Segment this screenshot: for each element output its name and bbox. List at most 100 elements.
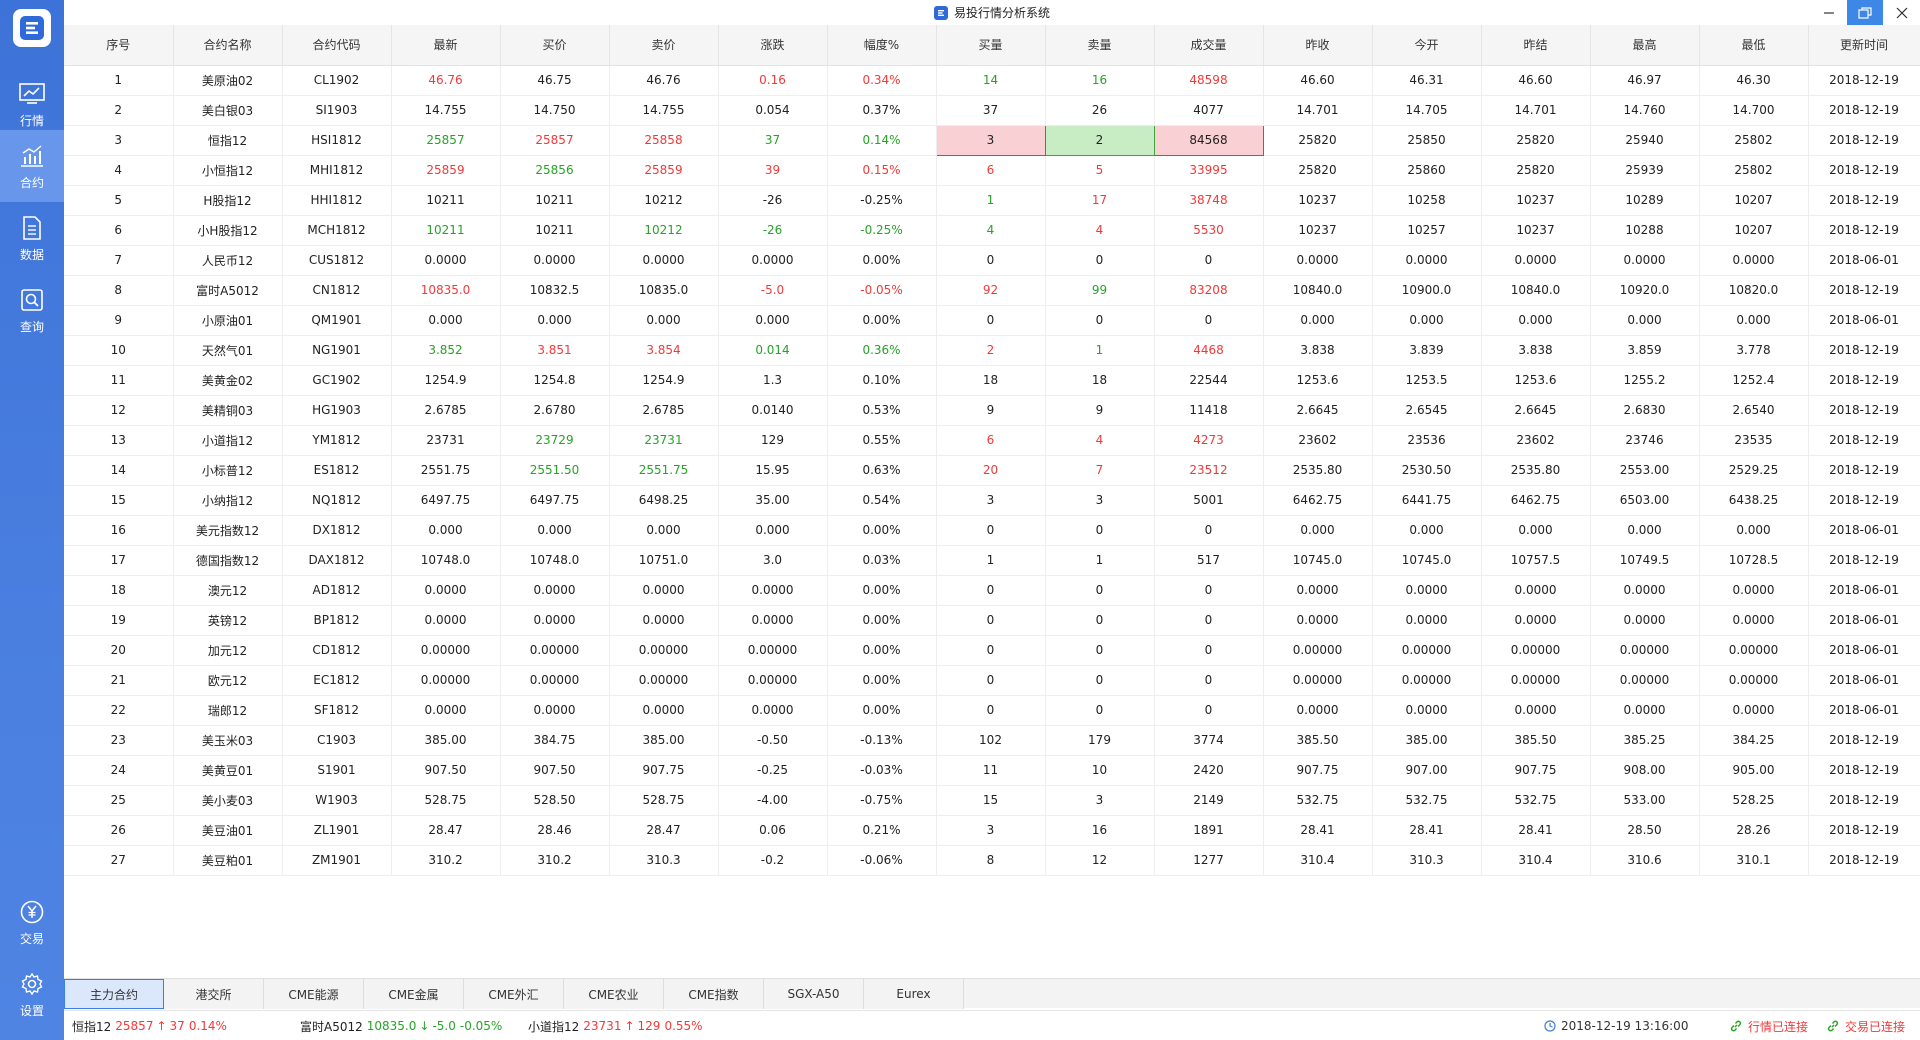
tab-5[interactable]: CME农业 (564, 979, 664, 1009)
column-header[interactable]: 最高 (1590, 25, 1700, 66)
table-cell: 小标普12 (173, 455, 283, 486)
tab-7[interactable]: SGX-A50 (764, 979, 864, 1009)
table-cell: 385.50 (1481, 725, 1591, 756)
ticker-item[interactable]: 小道指12 23731 ↑ 129 0.55% (528, 1011, 703, 1040)
table-cell: 0.0000 (609, 575, 719, 606)
ticker-item[interactable]: 富时A5012 10835.0 ↓ -5.0 -0.05% (300, 1011, 502, 1040)
sidebar: 行情 合约 数据 查询 交易 设置 (0, 0, 64, 1040)
table-cell: 0.00000 (609, 665, 719, 696)
table-row[interactable]: 13 小道指12 YM1812 23731 23729 23731 129 0.55% 6 4 42… (64, 425, 1920, 456)
table-cell: 10207 (1699, 215, 1809, 246)
table-cell: H股指12 (173, 185, 283, 216)
tab-8[interactable]: Eurex (864, 979, 964, 1009)
table-row[interactable]: 11 美黄金02 GC1902 1254.9 1254.8 1254.9 1.3 0.10% 1… (64, 365, 1920, 396)
server-time: 2018-12-19 13:16:00 (1561, 1019, 1689, 1033)
tab-3[interactable]: CME金属 (364, 979, 464, 1009)
table-row[interactable]: 6 小H股指12 MCH1812 10211 10211 10212 -26 -0.25% 4 4… (64, 215, 1920, 246)
table-cell: 21 (64, 665, 174, 696)
column-header[interactable]: 昨收 (1263, 25, 1373, 66)
tab-1[interactable]: 港交所 (164, 979, 264, 1009)
table-header: 序号 合约名称 合约代码 最新 买价 卖价 涨跌 幅度% 买量 卖量 成交量 昨收 今开 昨结 最高 最低 更新… (64, 25, 1920, 66)
table-row[interactable]: 4 小恒指12 MHI1812 25859 25856 25859 39 0.15% 6 5 339… (64, 155, 1920, 186)
column-header[interactable]: 更新时间 (1808, 25, 1920, 66)
sidebar-item-data[interactable]: 数据 (0, 202, 64, 274)
table-row[interactable]: 2 美白银03 SI1903 14.755 14.750 14.755 0.054 0.37%… (64, 95, 1920, 126)
column-header[interactable]: 卖价 (609, 25, 719, 66)
table-row[interactable]: 25 美小麦03 W1903 528.75 528.50 528.75 -4.00 -0.75… (64, 785, 1920, 816)
ticker-name: 富时A5012 (300, 1019, 363, 1034)
table-cell: 0.0000 (1372, 575, 1482, 606)
quote-connection-status[interactable]: 行情已连接 (1729, 1011, 1808, 1040)
column-header[interactable]: 成交量 (1154, 25, 1264, 66)
table-row[interactable]: 7 人民币12 CUS1812 0.0000 0.0000 0.0000 0.0000 0.0… (64, 245, 1920, 276)
tab-0[interactable]: 主力合约 (64, 979, 164, 1009)
table-cell: 10237 (1481, 185, 1591, 216)
table-row[interactable]: 17 德国指数12 DAX1812 10748.0 10748.0 10751.0 3.0 0… (64, 545, 1920, 576)
table-cell: 0.06 (718, 815, 828, 846)
table-cell: 2018-12-19 (1808, 545, 1920, 576)
sidebar-item-query[interactable]: 查询 (0, 274, 64, 346)
table-row[interactable]: 15 小纳指12 NQ1812 6497.75 6497.75 6498.25 35.00 0… (64, 485, 1920, 516)
table-row[interactable]: 14 小标普12 ES1812 2551.75 2551.50 2551.75 15.95 0… (64, 455, 1920, 486)
table-cell: 0.00000 (500, 665, 610, 696)
tab-2[interactable]: CME能源 (264, 979, 364, 1009)
tab-6[interactable]: CME指数 (664, 979, 764, 1009)
table-cell: 0.0000 (1590, 605, 1700, 636)
table-cell: 2018-12-19 (1808, 365, 1920, 396)
sidebar-item-label: 行情 (19, 113, 44, 128)
table-cell: 10237 (1263, 215, 1373, 246)
column-header[interactable]: 今开 (1372, 25, 1482, 66)
sidebar-item-settings[interactable]: 设置 (0, 958, 64, 1030)
table-row[interactable]: 8 富时A5012 CN1812 10835.0 10832.5 10835.0 -5.0-… (64, 275, 1920, 306)
table-row[interactable]: 18 澳元12 AD1812 0.0000 0.0000 0.0000 0.0000 0.00… (64, 575, 1920, 606)
table-row[interactable]: 16 美元指数12 DX1812 0.000 0.000 0.000 0.000 0.00% 0… (64, 515, 1920, 546)
table-cell: NG1901 (282, 335, 392, 366)
column-header[interactable]: 最新 (391, 25, 501, 66)
minimize-button[interactable] (1811, 0, 1847, 25)
tab-4[interactable]: CME外汇 (464, 979, 564, 1009)
table-row[interactable]: 23 美玉米03 C1903 385.00 384.75 385.00 -0.50 -0.13… (64, 725, 1920, 756)
column-header[interactable]: 序号 (64, 25, 174, 66)
sidebar-item-trade[interactable]: 交易 (0, 886, 64, 958)
table-row[interactable]: 5 H股指12 HHI1812 10211 10211 10212 -26 -0.25% 1 17… (64, 185, 1920, 216)
column-header[interactable]: 最低 (1699, 25, 1809, 66)
table-cell: 28.50 (1590, 815, 1700, 846)
column-header[interactable]: 买量 (936, 25, 1046, 66)
table-cell: 18 (1045, 365, 1155, 396)
table-row[interactable]: 3 恒指12 HSI1812 25857 25857 25858 37 0.14% 3 2 8456… (64, 124, 1920, 156)
table-cell: 13 (64, 425, 174, 456)
maximize-button[interactable] (1847, 0, 1883, 25)
arrow-up-icon: ↑ (624, 1019, 635, 1033)
table-row[interactable]: 21 欧元12 EC1812 0.00000 0.00000 0.00000 0.00000… (64, 665, 1920, 696)
column-header[interactable]: 买价 (500, 25, 610, 66)
table-cell: -0.25% (827, 215, 937, 246)
table-row[interactable]: 12 美精铜03 HG1903 2.6785 2.6780 2.6785 0.0140 0.5… (64, 395, 1920, 426)
table-cell: ES1812 (282, 455, 392, 486)
table-cell: 6 (936, 155, 1046, 186)
table-row[interactable]: 27 美豆粕01 ZM1901 310.2 310.2 310.3 -0.2 -0.06% 8 1… (64, 845, 1920, 876)
column-header[interactable]: 昨结 (1481, 25, 1591, 66)
close-button[interactable] (1884, 0, 1920, 25)
column-header[interactable]: 幅度% (827, 25, 937, 66)
table-row[interactable]: 10 天然气01 NG1901 3.852 3.851 3.854 0.014 0.36% 2 1… (64, 335, 1920, 366)
trade-connection-status[interactable]: 交易已连接 (1826, 1011, 1905, 1040)
column-header[interactable]: 卖量 (1045, 25, 1155, 66)
table-row[interactable]: 9 小原油01 QM1901 0.000 0.000 0.000 0.000 0.00% 0 0 0… (64, 305, 1920, 336)
sidebar-item-contracts[interactable]: 合约 (0, 130, 64, 202)
ticker-item[interactable]: 恒指12 25857 ↑ 37 0.14% (72, 1011, 227, 1040)
table-row[interactable]: 24 美黄豆01 S1901 907.50 907.50 907.75 -0.25 -0.03… (64, 755, 1920, 786)
table-cell: -0.25 (718, 755, 828, 786)
table-cell: 46.76 (609, 65, 719, 96)
table-cell: 4077 (1154, 95, 1264, 126)
table-cell: 83208 (1154, 275, 1264, 306)
table-row[interactable]: 22 瑞郎12 SF1812 0.0000 0.0000 0.0000 0.0000 0.00… (64, 695, 1920, 726)
table-row[interactable]: 26 美豆油01 ZL1901 28.47 28.46 28.47 0.06 0.21% 3 16… (64, 815, 1920, 846)
column-header[interactable]: 合约代码 (282, 25, 392, 66)
table-cell: 美原油02 (173, 65, 283, 96)
table-row[interactable]: 20 加元12 CD1812 0.00000 0.00000 0.00000 0.00000… (64, 635, 1920, 666)
column-header[interactable]: 合约名称 (173, 25, 283, 66)
column-header[interactable]: 涨跌 (718, 25, 828, 66)
table-row[interactable]: 19 英镑12 BP1812 0.0000 0.0000 0.0000 0.0000 0.00… (64, 605, 1920, 636)
table-cell: 0.0000 (1590, 575, 1700, 606)
table-row[interactable]: 1 美原油02 CL1902 46.76 46.75 46.76 0.16 0.34% 14 16… (64, 65, 1920, 96)
